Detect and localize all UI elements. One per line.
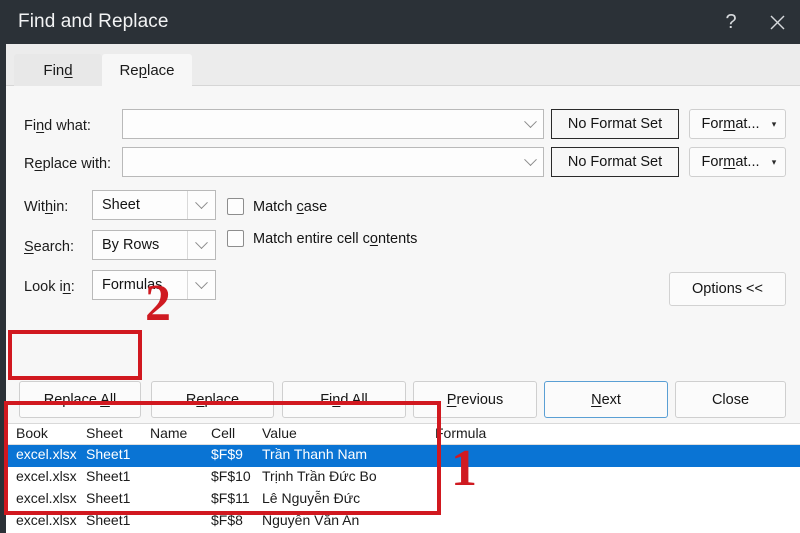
within-value: Sheet xyxy=(102,197,140,213)
row-1-cell: $F$10 xyxy=(211,468,251,484)
replace-with-label: Replace with: xyxy=(24,156,112,172)
replace-all-label: Replace All xyxy=(43,391,117,408)
row-2-cell: $F$11 xyxy=(211,490,250,506)
look-in-value: Formulas xyxy=(102,277,163,293)
replace-all-button[interactable]: Replace All xyxy=(19,381,141,418)
replace-format-status: No Format Set xyxy=(551,147,679,177)
find-format-button-label: Format... xyxy=(701,116,760,132)
previous-label: Previous xyxy=(446,391,504,408)
search-value: By Rows xyxy=(102,237,160,253)
window-left-edge xyxy=(0,0,6,533)
column-header-name[interactable]: Name xyxy=(150,425,187,441)
replace-format-caret-icon[interactable]: ▾ xyxy=(763,157,785,168)
row-1-value: Trịnh Trần Đức Bo xyxy=(262,468,377,484)
tab-find-label: Find xyxy=(43,61,73,79)
search-label: Search: xyxy=(24,239,74,255)
results-list[interactable]: Book Sheet Name Cell Value Formula excel… xyxy=(6,424,800,533)
row-3-cell: $F$8 xyxy=(211,512,243,528)
match-entire-cell-checkbox[interactable] xyxy=(227,230,244,247)
find-what-label: Find what: xyxy=(24,118,91,134)
results-header: Book Sheet Name Cell Value Formula xyxy=(6,424,800,445)
row-1-sheet: Sheet1 xyxy=(86,468,131,484)
match-case-row[interactable]: Match case xyxy=(227,198,327,215)
replace-button[interactable]: Replace xyxy=(151,381,274,418)
title-bar: Find and Replace ? xyxy=(0,0,800,44)
table-row[interactable]: excel.xlsx Sheet1 $F$9 Trần Thanh Nam xyxy=(6,445,800,467)
tab-replace-label: Replace xyxy=(119,61,175,79)
row-0-book: excel.xlsx xyxy=(16,446,77,462)
column-header-formula[interactable]: Formula xyxy=(435,425,486,441)
row-2-book: excel.xlsx xyxy=(16,490,77,506)
find-and-replace-dialog: Find and Replace ? Find Replace Find wha… xyxy=(0,0,800,533)
help-icon[interactable]: ? xyxy=(708,0,754,44)
search-select[interactable]: By Rows xyxy=(92,230,216,260)
row-2-sheet: Sheet1 xyxy=(86,490,131,506)
tab-strip: Find Replace xyxy=(6,44,800,87)
table-row[interactable]: excel.xlsx Sheet1 $F$11 Lê Nguyễn Đức xyxy=(6,489,800,511)
match-entire-cell-label: Match entire cell contents xyxy=(253,230,418,247)
find-what-dropdown-arrow[interactable] xyxy=(517,110,543,138)
find-format-button[interactable]: Format... ▾ xyxy=(689,109,786,139)
column-header-sheet[interactable]: Sheet xyxy=(86,425,123,441)
replace-with-input[interactable] xyxy=(122,147,544,177)
find-format-status: No Format Set xyxy=(551,109,679,139)
find-all-label: Find All xyxy=(320,391,368,408)
row-3-value: Nguyễn Văn An xyxy=(262,512,360,528)
row-3-book: excel.xlsx xyxy=(16,512,77,528)
replace-label: Replace xyxy=(185,391,240,408)
row-0-cell: $F$9 xyxy=(211,446,243,462)
row-0-sheet: Sheet1 xyxy=(86,446,131,462)
replace-format-button[interactable]: Format... ▾ xyxy=(689,147,786,177)
match-entire-cell-row[interactable]: Match entire cell contents xyxy=(227,230,417,247)
table-row[interactable]: excel.xlsx Sheet1 $F$10 Trịnh Trần Đức B… xyxy=(6,467,800,489)
row-2-value: Lê Nguyễn Đức xyxy=(262,490,361,506)
action-button-row: Replace All Replace Find All Previous Ne… xyxy=(6,375,800,424)
column-header-value[interactable]: Value xyxy=(262,425,297,441)
find-all-button[interactable]: Find All xyxy=(282,381,406,418)
row-1-book: excel.xlsx xyxy=(16,468,77,484)
tab-replace[interactable]: Replace xyxy=(102,54,192,87)
previous-button[interactable]: Previous xyxy=(413,381,537,418)
next-label: Next xyxy=(591,391,621,408)
column-header-cell[interactable]: Cell xyxy=(211,425,235,441)
column-header-book[interactable]: Book xyxy=(16,425,48,441)
search-dropdown-arrow[interactable] xyxy=(187,231,215,259)
window-title: Find and Replace xyxy=(18,11,169,32)
find-what-input[interactable] xyxy=(122,109,544,139)
look-in-dropdown-arrow[interactable] xyxy=(187,271,215,299)
close-label: Close xyxy=(711,391,750,408)
replace-panel: Find what: No Format Set Format... ▾ Rep… xyxy=(6,86,800,375)
options-button[interactable]: Options << xyxy=(669,272,786,306)
results-rows: excel.xlsx Sheet1 $F$9 Trần Thanh Nam ex… xyxy=(6,445,800,533)
match-case-checkbox[interactable] xyxy=(227,198,244,215)
annotation-marker-2: 2 xyxy=(145,275,171,332)
row-3-sheet: Sheet1 xyxy=(86,512,131,528)
within-label: Within: xyxy=(24,199,69,215)
next-button[interactable]: Next xyxy=(544,381,668,418)
find-format-caret-icon[interactable]: ▾ xyxy=(763,119,785,130)
replace-with-dropdown-arrow[interactable] xyxy=(517,148,543,176)
close-button[interactable]: Close xyxy=(675,381,786,418)
annotation-marker-1: 1 xyxy=(451,440,477,497)
close-icon[interactable] xyxy=(754,0,800,44)
row-0-value: Trần Thanh Nam xyxy=(262,446,368,462)
tab-find[interactable]: Find xyxy=(14,54,102,86)
look-in-label: Look in: xyxy=(24,279,75,295)
dialog-body: Find Replace Find what: No Format Set Fo… xyxy=(6,44,800,533)
replace-format-button-label: Format... xyxy=(701,154,760,170)
within-select[interactable]: Sheet xyxy=(92,190,216,220)
within-dropdown-arrow[interactable] xyxy=(187,191,215,219)
table-row[interactable]: excel.xlsx Sheet1 $F$8 Nguyễn Văn An xyxy=(6,511,800,533)
match-case-label: Match case xyxy=(253,198,328,215)
